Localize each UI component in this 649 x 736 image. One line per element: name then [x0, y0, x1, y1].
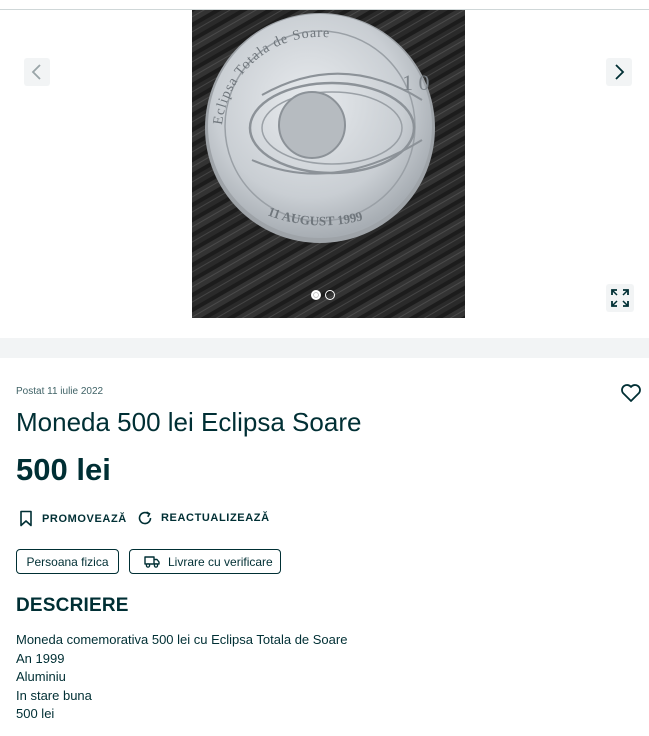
seller-type-badge: Persoana fizica: [16, 549, 119, 574]
description-line: Moneda comemorativa 500 lei cu Eclipsa T…: [16, 632, 348, 647]
promote-label: PROMOVEAZĂ: [42, 512, 127, 525]
posted-date: Postat 11 iulie 2022: [16, 386, 104, 397]
slide-dot-1[interactable]: [311, 290, 321, 300]
next-image-button[interactable]: [606, 58, 632, 86]
image-gallery: 1 0 Eclipsa Totala de Soare 11 AUGUST 19…: [0, 10, 649, 338]
fullscreen-button[interactable]: [606, 284, 634, 312]
expand-icon: [611, 289, 629, 307]
listing-price: 500 lei: [16, 452, 111, 487]
coin-photo: 1 0 Eclipsa Totala de Soare 11 AUGUST 19…: [192, 10, 465, 318]
chevron-left-icon: [31, 64, 41, 80]
refresh-label: REACTUALIZEAZĂ: [161, 512, 270, 524]
chevron-right-icon: [615, 64, 625, 80]
heart-icon: [621, 384, 641, 402]
delivery-badge[interactable]: Livrare cu verificare: [129, 549, 281, 574]
bookmark-icon: [20, 510, 32, 527]
listing-title: Moneda 500 lei Eclipsa Soare: [16, 407, 362, 437]
promote-button[interactable]: PROMOVEAZĂ: [18, 510, 127, 527]
description-line: 500 lei: [16, 706, 55, 721]
section-separator: [0, 338, 649, 358]
refresh-icon: [138, 511, 152, 525]
description-line: Aluminiu: [16, 669, 66, 684]
favorite-button[interactable]: [620, 383, 642, 403]
slide-dot-2[interactable]: [325, 290, 335, 300]
seller-type-label: Persoana fizica: [26, 554, 109, 569]
listing-photo[interactable]: 1 0 Eclipsa Totala de Soare 11 AUGUST 19…: [192, 10, 465, 318]
svg-text:1 0: 1 0: [402, 70, 430, 95]
description-line: An 1999: [16, 650, 65, 666]
description-heading: DESCRIERE: [16, 595, 129, 616]
slide-indicator: [311, 290, 335, 300]
delivery-label: Livrare cu verificare: [168, 554, 273, 569]
truck-icon: [144, 556, 160, 568]
previous-image-button[interactable]: [24, 58, 50, 86]
refresh-button[interactable]: REACTUALIZEAZĂ: [137, 510, 270, 526]
description-line: In stare buna: [16, 687, 92, 703]
description-text: Moneda comemorativa 500 lei cu Eclipsa T…: [16, 631, 347, 724]
